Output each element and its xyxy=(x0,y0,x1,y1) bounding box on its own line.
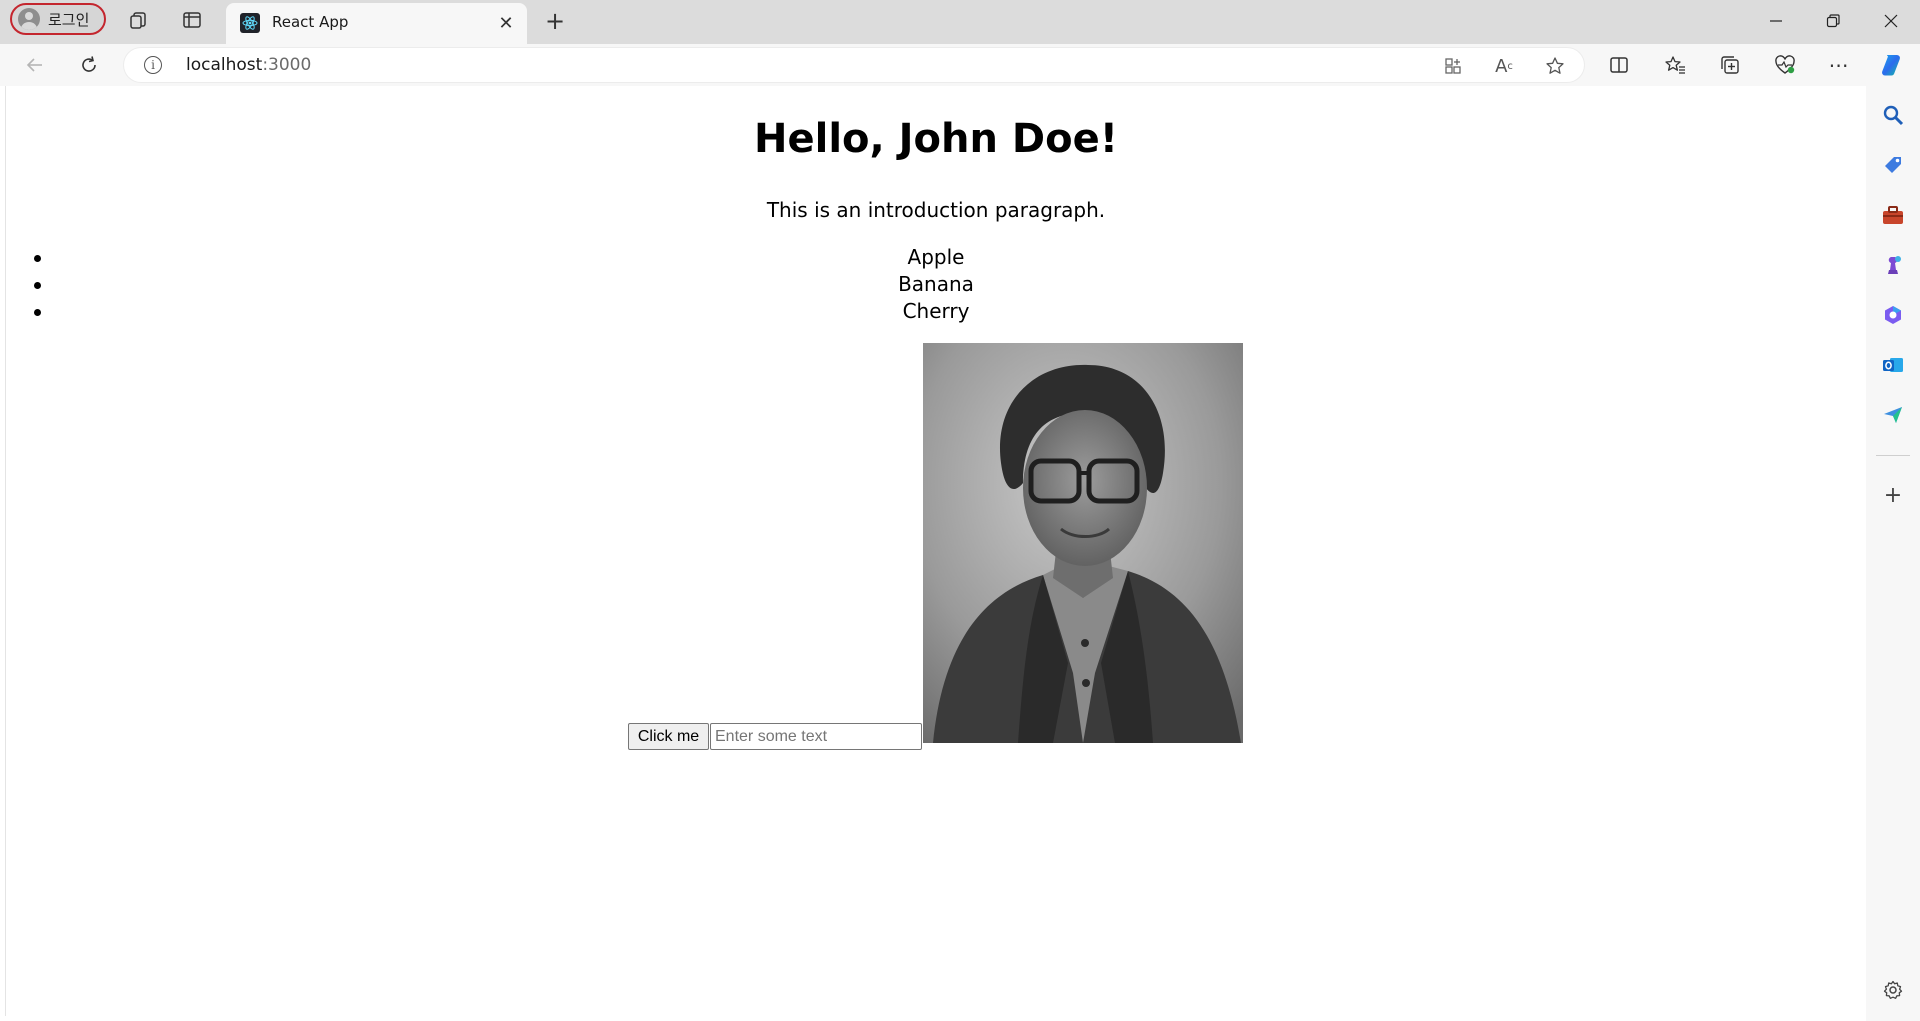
close-window-icon[interactable] xyxy=(1871,6,1911,36)
tab-react-app[interactable]: React App ✕ xyxy=(226,3,527,44)
tab-title: React App xyxy=(272,13,349,31)
title-bar: 로그인 React App ✕ + xyxy=(0,0,1920,44)
url-port: :3000 xyxy=(262,55,312,75)
collections-icon[interactable] xyxy=(1715,50,1745,80)
copilot-icon[interactable] xyxy=(1876,50,1906,80)
sidebar-divider xyxy=(1876,455,1910,456)
tools-icon[interactable] xyxy=(1880,202,1906,228)
restore-icon[interactable] xyxy=(1813,6,1853,36)
list-item: Apple xyxy=(6,244,1866,271)
read-aloud-icon[interactable]: Aⅽ xyxy=(1491,53,1517,79)
vertical-tabs-icon[interactable] xyxy=(180,8,204,32)
page-viewport: Hello, John Doe! This is an introduction… xyxy=(5,86,1867,1016)
avatar-icon xyxy=(18,8,40,30)
text-input[interactable] xyxy=(710,723,922,750)
info-icon[interactable]: i xyxy=(144,56,162,74)
search-icon[interactable] xyxy=(1880,102,1906,128)
new-tab-icon[interactable]: + xyxy=(541,7,569,35)
edge-sidebar: + xyxy=(1866,86,1920,1021)
refresh-icon[interactable] xyxy=(74,50,104,80)
profile-label: 로그인 xyxy=(48,10,90,29)
games-icon[interactable] xyxy=(1880,252,1906,278)
url-text[interactable]: localhost:3000 xyxy=(186,55,311,75)
browser-toolbar: i localhost:3000 Aⅽ ⋯ xyxy=(0,44,1920,86)
more-icon[interactable]: ⋯ xyxy=(1824,50,1854,80)
favorites-icon[interactable] xyxy=(1660,50,1690,80)
add-icon[interactable]: + xyxy=(1880,482,1906,508)
send-icon[interactable] xyxy=(1880,402,1906,428)
bullet-icon xyxy=(34,309,41,316)
url-host: localhost xyxy=(186,55,263,75)
browser-essentials-icon[interactable] xyxy=(1770,50,1800,80)
list-item: Banana xyxy=(6,271,1866,298)
fruit-list: Apple Banana Cherry xyxy=(6,244,1866,325)
split-screen-icon[interactable] xyxy=(1604,50,1634,80)
react-logo-icon xyxy=(240,13,260,33)
shopping-icon[interactable] xyxy=(1880,152,1906,178)
minimize-icon[interactable] xyxy=(1756,6,1796,36)
list-item: Cherry xyxy=(6,298,1866,325)
close-tab-icon[interactable]: ✕ xyxy=(495,12,517,34)
profile-button[interactable]: 로그인 xyxy=(10,3,106,35)
settings-icon[interactable] xyxy=(1880,977,1906,1003)
m365-icon[interactable] xyxy=(1880,302,1906,328)
outlook-icon[interactable] xyxy=(1880,352,1906,378)
workspaces-icon[interactable] xyxy=(127,8,151,32)
click-me-button[interactable]: Click me xyxy=(628,723,709,750)
list-item-label: Cherry xyxy=(902,299,970,323)
back-icon[interactable] xyxy=(20,50,50,80)
favorite-icon[interactable] xyxy=(1542,53,1568,79)
page-heading: Hello, John Doe! xyxy=(754,116,1118,162)
portrait-image xyxy=(923,343,1243,743)
bullet-icon xyxy=(34,282,41,289)
app-available-icon[interactable] xyxy=(1440,53,1466,79)
bullet-icon xyxy=(34,255,41,262)
list-item-label: Banana xyxy=(898,272,974,296)
list-item-label: Apple xyxy=(907,245,965,269)
address-bar[interactable]: i localhost:3000 Aⅽ xyxy=(124,48,1584,82)
intro-paragraph: This is an introduction paragraph. xyxy=(766,198,1106,222)
